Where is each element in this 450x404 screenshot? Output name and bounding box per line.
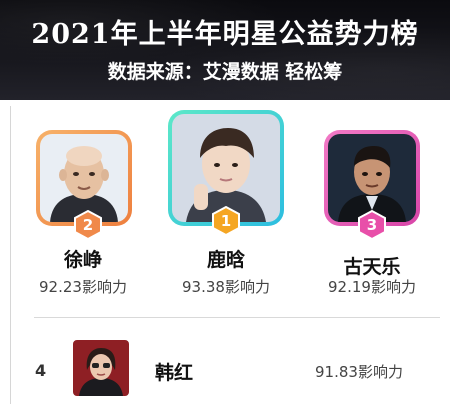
rank-badge-1: 1 <box>211 206 241 236</box>
rank-badge-number: 3 <box>366 216 378 234</box>
rank-badge-number: 1 <box>220 212 232 230</box>
portrait-woman-icon <box>73 340 129 396</box>
header-banner: 2021年上半年明星公益势力榜 数据来源：艾漫数据 轻松筹 <box>0 0 450 100</box>
list-influence-score: 91.83影响力 <box>315 363 403 381</box>
left-border-line <box>10 106 11 404</box>
star-name: 古天乐 <box>343 256 401 278</box>
portrait-bald-man-icon <box>40 134 128 222</box>
list-rank-number: 4 <box>35 361 47 380</box>
section-divider <box>34 317 440 318</box>
list-star-name: 韩红 <box>155 362 194 384</box>
portrait-man-suit-icon <box>328 134 416 222</box>
influence-score: 92.19影响力 <box>328 278 416 296</box>
influence-score: 93.38影响力 <box>182 278 270 296</box>
page-subtitle: 数据来源：艾漫数据 轻松筹 <box>107 61 343 83</box>
rank-badge-3: 3 <box>357 210 387 240</box>
star-name: 徐峥 <box>63 249 102 271</box>
rank-badge-number: 2 <box>82 216 94 234</box>
page-title: 2021年上半年明星公益势力榜 <box>31 19 419 50</box>
influence-score: 92.23影响力 <box>39 278 127 296</box>
star-name: 鹿晗 <box>206 249 245 271</box>
rank-badge-2: 2 <box>73 210 103 240</box>
